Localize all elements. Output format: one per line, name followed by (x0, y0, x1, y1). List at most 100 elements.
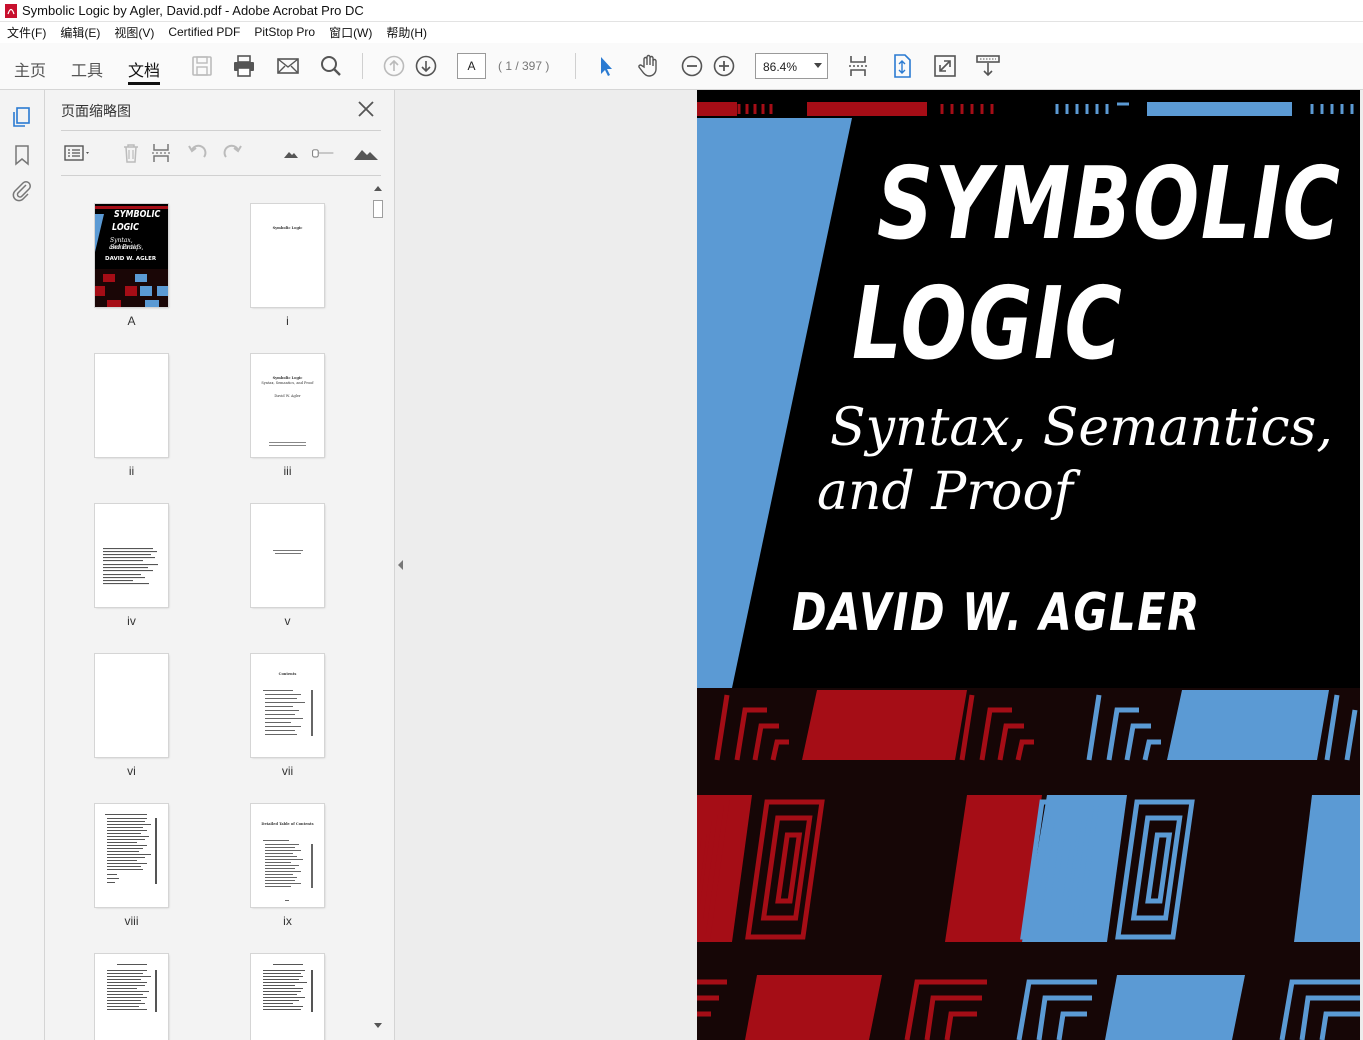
read-mode-icon[interactable] (975, 53, 1001, 79)
cover-subtitle: Syntax, Semantics, (830, 398, 1333, 458)
previous-page-icon[interactable] (381, 53, 407, 79)
title-bar: Symbolic Logic by Agler, David.pdf - Ado… (0, 0, 1363, 22)
panel-title: 页面缩略图 (61, 103, 131, 119)
page-text-lines (105, 814, 157, 884)
next-page-icon[interactable] (413, 53, 439, 79)
zoom-out-icon[interactable] (679, 53, 705, 79)
navigation-rail (0, 90, 45, 1040)
menu-window[interactable]: 窗口(W) (322, 24, 379, 41)
delete-icon[interactable] (119, 141, 143, 165)
thumbnail-label: ii (128, 464, 135, 478)
collapse-panel-icon[interactable] (398, 560, 403, 570)
thumbnail-cover-title: SYMBOLIC (114, 209, 161, 220)
thumbnail-label: ix (283, 914, 292, 928)
menu-bar: 文件(F) 编辑(E) 视图(V) Certified PDF PitStop … (0, 22, 1363, 42)
thumbnail-cover-author: DAVID W. AGLER (105, 256, 157, 262)
thumbnail-page[interactable]: Symbolic Logic Syntax, Semantics, and Pr… (251, 354, 324, 457)
pdf-page-cover: SYMBOLIC LOGIC Syntax, Semantics, and Pr… (697, 90, 1360, 1040)
increase-thumbnail-size-icon[interactable] (352, 141, 380, 165)
thumbnail-page[interactable] (95, 804, 168, 907)
page-text-lines (263, 690, 313, 736)
thumbnail-page[interactable] (251, 954, 324, 1040)
tab-home[interactable]: 主页 (14, 57, 46, 81)
page-text-lines (269, 442, 306, 446)
hand-tool-icon[interactable] (636, 53, 662, 79)
page-thumbnails-icon[interactable] (10, 105, 34, 129)
menu-file[interactable]: 文件(F) (0, 24, 53, 41)
window-title: Symbolic Logic by Agler, David.pdf - Ado… (22, 3, 364, 18)
thumbnail-page[interactable]: SYMBOLIC LOGIC Syntax, Semantics, and Pr… (95, 204, 168, 307)
page-text-lines (263, 964, 313, 1012)
scroll-down-icon[interactable] (374, 1023, 382, 1028)
cover-title: LOGIC (852, 265, 1124, 382)
thumbnail-scrollbar[interactable] (371, 180, 385, 1034)
thumbnail-page[interactable] (95, 354, 168, 457)
thumbnail-page[interactable] (95, 654, 168, 757)
thumbnail-label: A (127, 314, 136, 328)
attachment-icon[interactable] (10, 178, 34, 202)
options-menu-icon[interactable] (63, 141, 93, 165)
menu-help[interactable]: 帮助(H) (379, 24, 434, 41)
cover-author: DAVID W. AGLER (792, 583, 1201, 643)
tab-tools[interactable]: 工具 (71, 57, 103, 81)
thumbnail-page[interactable]: Symbolic Logic (251, 204, 324, 307)
thumbnail-label: viii (124, 914, 139, 928)
document-viewer[interactable]: SYMBOLIC LOGIC Syntax, Semantics, and Pr… (395, 90, 1363, 1040)
thumbnail-page[interactable] (95, 954, 168, 1040)
thumbnail-grid: SYMBOLIC LOGIC Syntax, Semantics, and Pr… (45, 180, 375, 1040)
select-pointer-icon[interactable] (593, 53, 619, 79)
zoom-level-value: 86.4% (763, 60, 798, 74)
thumbnail-label: i (286, 314, 289, 328)
save-icon[interactable] (189, 53, 215, 79)
thumbnail-label: vi (127, 764, 136, 778)
page-text-lines (107, 964, 157, 1012)
scrollbar-thumb[interactable] (373, 200, 383, 218)
thumbnail-cover-title: LOGIC (112, 222, 140, 233)
page-text: Symbolic Logic (272, 226, 303, 230)
page-count: ( 1 / 397 ) (498, 59, 550, 73)
tab-document[interactable]: 文档 (128, 57, 161, 85)
page-text-lines (273, 550, 303, 554)
cover-title: SYMBOLIC (877, 145, 1342, 262)
page-thumbnails-panel: 页面缩略图 SYMBOLIC LOGIC Syntax, Semantics, … (45, 90, 395, 1040)
zoom-level-select[interactable]: 86.4% (755, 53, 828, 79)
thumbnail-page[interactable]: Detailed Table of Contents (251, 804, 324, 907)
rotate-clockwise-icon[interactable] (220, 141, 244, 165)
pdf-file-icon (5, 3, 17, 18)
thumbnail-label: v (284, 614, 291, 628)
close-icon[interactable] (355, 98, 377, 120)
thumbnail-label: iii (283, 464, 292, 478)
thumbnail-label: vii (281, 764, 294, 778)
thumbnail-page[interactable]: Contents (251, 654, 324, 757)
thumbnail-cover-subtitle: and Proof (109, 244, 139, 251)
toolbar-divider (575, 53, 576, 79)
print-icon[interactable] (231, 53, 257, 79)
thumbnail-page[interactable] (95, 504, 168, 607)
decrease-thumbnail-size-icon[interactable] (279, 141, 303, 165)
menu-pitstop-pro[interactable]: PitStop Pro (247, 25, 322, 39)
bookmark-icon[interactable] (10, 143, 34, 167)
thumbnail-label: iv (127, 614, 136, 628)
scrolling-mode-icon[interactable] (846, 53, 872, 79)
menu-view[interactable]: 视图(V) (107, 24, 161, 41)
zoom-in-icon[interactable] (711, 53, 737, 79)
chevron-down-icon (814, 63, 822, 68)
toolbar-divider (362, 53, 363, 79)
scroll-up-icon[interactable] (374, 186, 382, 191)
thumbnail-page[interactable] (251, 504, 324, 607)
menu-certified-pdf[interactable]: Certified PDF (161, 25, 247, 39)
thumbnail-toolbar (61, 130, 381, 176)
page-text-lines (103, 548, 158, 585)
menu-edit[interactable]: 编辑(E) (53, 24, 107, 41)
page-text-lines (263, 840, 313, 901)
main-toolbar: 主页 工具 文档 A ( 1 / 397 ) 86.4% (0, 43, 1363, 90)
email-icon[interactable] (275, 53, 301, 79)
full-screen-icon[interactable] (932, 53, 958, 79)
cover-subtitle: and Proof (817, 462, 1074, 522)
rotate-counterclockwise-icon[interactable] (186, 141, 210, 165)
fit-page-icon[interactable] (889, 53, 915, 79)
insert-page-icon[interactable] (150, 141, 174, 165)
thumbnail-size-slider[interactable] (311, 141, 335, 165)
search-icon[interactable] (318, 53, 344, 79)
page-number-input[interactable]: A (457, 53, 486, 79)
